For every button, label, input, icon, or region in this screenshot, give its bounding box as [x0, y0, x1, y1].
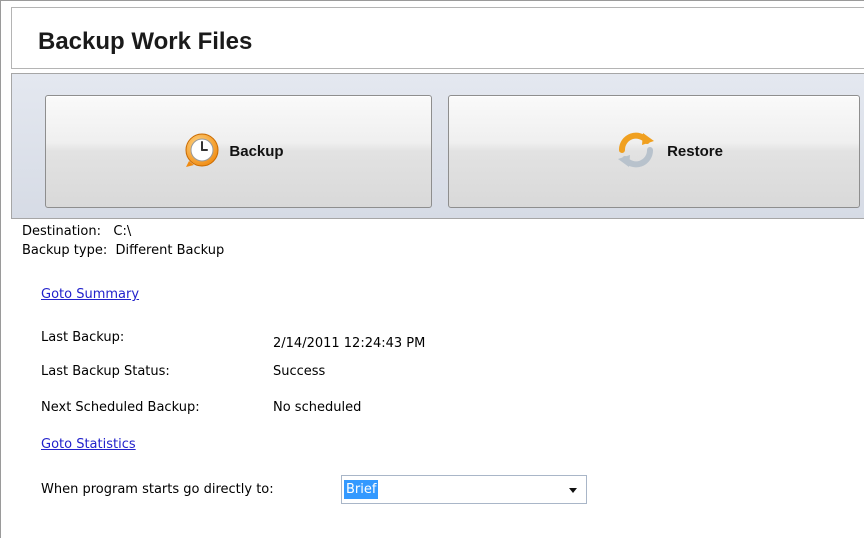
- backup-type-label: Backup type:: [22, 243, 108, 258]
- backup-type-line: Backup type: Different Backup: [22, 243, 224, 258]
- clock-backup-icon: [183, 131, 221, 173]
- page-title: Backup Work Files: [38, 28, 253, 55]
- destination-label: Destination:: [22, 224, 101, 239]
- next-scheduled-label: Next Scheduled Backup:: [41, 400, 200, 415]
- startup-dropdown[interactable]: Brief: [341, 475, 587, 504]
- startup-selected-value: Brief: [344, 480, 379, 499]
- startup-label: When program starts go directly to:: [41, 482, 274, 497]
- backup-button-label: Backup: [229, 143, 284, 160]
- last-backup-label: Last Backup:: [41, 330, 125, 345]
- title-bar: Backup Work Files: [11, 7, 864, 69]
- goto-summary-link[interactable]: Goto Summary: [41, 287, 139, 302]
- destination-line: Destination: C:\: [22, 224, 131, 239]
- backup-type-value: Different Backup: [115, 243, 225, 258]
- last-status-label: Last Backup Status:: [41, 364, 170, 379]
- backup-button[interactable]: Backup: [45, 95, 432, 208]
- chevron-down-icon[interactable]: [569, 488, 577, 493]
- last-backup-value: 2/14/2011 12:24:43 PM: [273, 336, 426, 351]
- last-status-value: Success: [273, 364, 326, 379]
- restore-button[interactable]: Restore: [448, 95, 860, 208]
- next-scheduled-value: No scheduled: [273, 400, 362, 415]
- destination-value: C:\: [113, 224, 132, 239]
- restore-button-label: Restore: [667, 143, 723, 160]
- backup-window: Backup Work Files Backup Restore Destina…: [0, 0, 864, 538]
- refresh-restore-icon: [613, 130, 659, 174]
- goto-statistics-link[interactable]: Goto Statistics: [41, 437, 136, 452]
